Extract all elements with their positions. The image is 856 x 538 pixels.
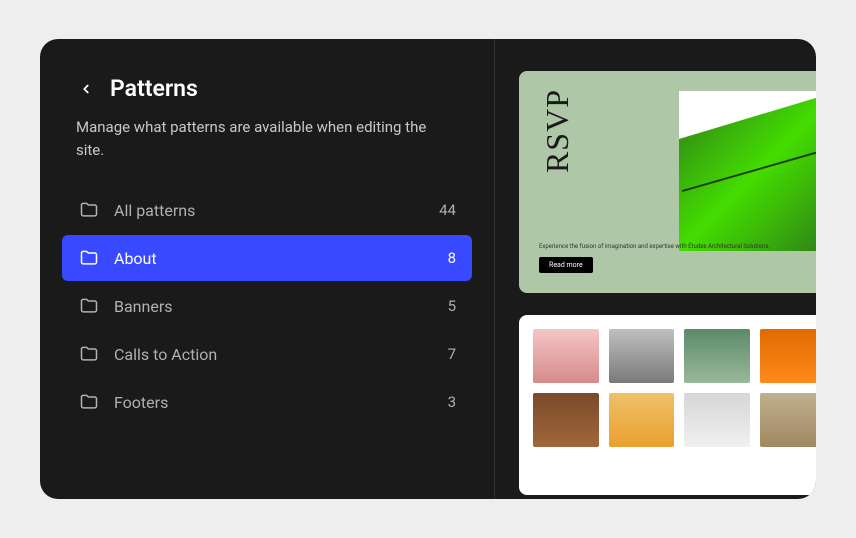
thumbnail (760, 393, 817, 447)
thumbnail (533, 329, 599, 383)
thumbnail (684, 393, 750, 447)
sidebar-header: Patterns Manage what patterns are availa… (40, 75, 494, 179)
thumbnail (609, 393, 675, 447)
card-description: Experience the fusion of imagination and… (539, 243, 770, 251)
folder-icon (78, 295, 100, 317)
page-subtitle: Manage what patterns are available when … (76, 116, 458, 161)
category-count: 3 (448, 393, 456, 411)
pattern-preview-card[interactable]: RSVP Experience the fusion of imaginatio… (519, 71, 816, 293)
thumbnail-grid (533, 329, 816, 447)
category-label: Footers (114, 393, 448, 412)
pattern-category-list: All patterns44About8Banners5Calls to Act… (40, 179, 494, 433)
category-count: 44 (439, 201, 456, 219)
pattern-preview-panel: RSVP Experience the fusion of imaginatio… (495, 39, 816, 499)
thumbnail (609, 329, 675, 383)
category-label: All patterns (114, 201, 439, 220)
category-item-all-patterns[interactable]: All patterns44 (62, 187, 472, 233)
folder-icon (78, 391, 100, 413)
patterns-sidebar: Patterns Manage what patterns are availa… (40, 39, 495, 499)
folder-icon (78, 343, 100, 365)
thumbnail (684, 329, 750, 383)
hero-image-placeholder (679, 91, 816, 251)
category-count: 8 (448, 249, 456, 267)
category-item-about[interactable]: About8 (62, 235, 472, 281)
folder-icon (78, 247, 100, 269)
rsvp-heading: RSVP (539, 89, 576, 173)
category-label: Calls to Action (114, 345, 448, 364)
thumbnail (760, 329, 817, 383)
category-count: 5 (448, 297, 456, 315)
back-icon[interactable] (76, 79, 96, 99)
read-more-button: Read more (539, 257, 593, 273)
app-window: Patterns Manage what patterns are availa… (40, 39, 816, 499)
category-item-banners[interactable]: Banners5 (62, 283, 472, 329)
category-label: Banners (114, 297, 448, 316)
category-item-footers[interactable]: Footers3 (62, 379, 472, 425)
category-count: 7 (448, 345, 456, 363)
category-label: About (114, 249, 448, 268)
category-item-calls-to-action[interactable]: Calls to Action7 (62, 331, 472, 377)
pattern-preview-card[interactable] (519, 315, 816, 495)
thumbnail (533, 393, 599, 447)
page-title: Patterns (110, 75, 198, 102)
folder-icon (78, 199, 100, 221)
